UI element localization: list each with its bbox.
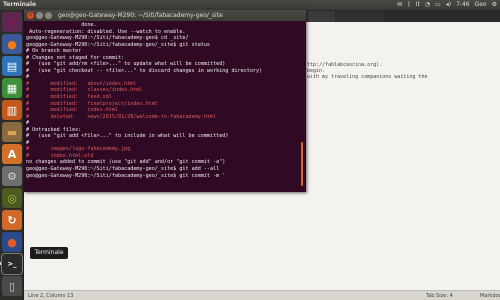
update-icon[interactable]: ↻ [2,210,22,230]
launcher: ◉ ● ▤ ▦ ▥ ▬ A ⚙ ◎ ↻ ● >_ ▯ [0,10,24,300]
syntax-selector[interactable]: Markdown [480,291,500,300]
minimize-button[interactable]: – [36,12,43,19]
system-tray: ✉ ᛒ It ◔ ▭ ◂) 7:46 Geo ⚙ [397,0,497,10]
maximize-button[interactable]: □ [45,12,52,19]
cursor-position: Line 2, Column 13 [28,293,74,299]
editor-text-area[interactable]: ttp://fablabcascina.org). begin. with my… [307,62,497,80]
editor-line: with my traveling companions waiting the [307,74,428,80]
terminal-output[interactable]: done. Auto-regeneration: disabled. Use -… [26,22,304,190]
trash-icon[interactable]: ▯ [2,276,22,296]
software-center-icon[interactable]: A [2,144,22,164]
keyboard-it-icon[interactable]: It [416,0,420,10]
tab-size-selector[interactable]: Tab Size: 4 [426,291,453,300]
volume-icon[interactable]: ◂) [446,0,451,10]
disc-icon[interactable]: ◎ [2,188,22,208]
files-icon[interactable]: ▬ [2,122,22,142]
close-button[interactable]: × [27,12,34,19]
writer-icon[interactable]: ▤ [2,56,22,76]
terminal-scrollbar[interactable] [301,142,303,186]
terminal-line: geo@geo-Gateway-M290:~/Siti/fabacademy-g… [26,172,226,179]
settings-icon[interactable]: ⚙ [2,166,22,186]
impress-icon[interactable]: ▥ [2,100,22,120]
terminal-titlebar[interactable]: × – □ geo@geo-Gateway-M290: ~/Siti/fabac… [24,10,306,21]
editor-status-bar: Line 2, Column 13 Tab Size: 4 Markdown [24,290,500,300]
active-app-title: Terminale [3,1,37,8]
wifi-icon[interactable]: ◔ [425,0,430,10]
calc-icon[interactable]: ▦ [2,78,22,98]
terminal-window[interactable]: × – □ geo@geo-Gateway-M290: ~/Siti/fabac… [24,10,306,192]
launcher-tooltip: Terminale [30,247,68,259]
terminal-title: geo@geo-Gateway-M290: ~/Siti/fabacademy-… [58,12,223,19]
firefox-icon[interactable]: ● [2,34,22,54]
battery-icon[interactable]: ▭ [435,0,441,10]
gear-icon[interactable]: ⚙ [492,0,497,10]
editor-tab-2[interactable] [336,11,384,22]
bluetooth-icon[interactable]: ᛒ [407,0,411,10]
firefox-2-icon[interactable]: ● [2,232,22,252]
mail-icon[interactable]: ✉ [397,0,402,10]
user-name[interactable]: Geo [475,0,487,10]
terminal-icon[interactable]: >_ [2,254,22,274]
clock[interactable]: 7:46 [456,0,469,10]
top-panel: Terminale ✉ ᛒ It ◔ ▭ ◂) 7:46 Geo ⚙ [0,0,500,10]
dash-icon[interactable]: ◉ [2,12,22,32]
